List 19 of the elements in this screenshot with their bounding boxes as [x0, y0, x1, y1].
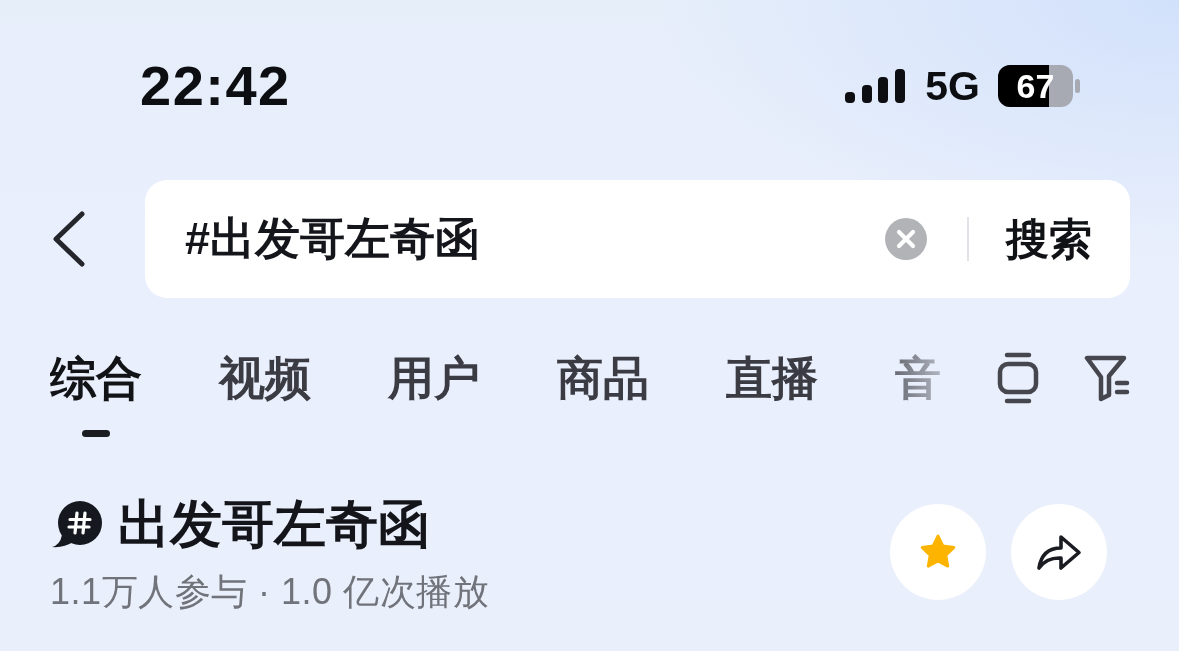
search-button[interactable]: 搜索: [1006, 212, 1092, 266]
signal-icon: [845, 69, 906, 103]
tab[interactable]: 商品: [557, 350, 649, 442]
topic-stats: 1.1万人参与 · 1.0 亿次播放: [50, 570, 490, 614]
tab[interactable]: 直播: [726, 350, 818, 442]
tab[interactable]: 用户: [388, 350, 480, 442]
card-icon[interactable]: [997, 352, 1039, 404]
chevron-left-icon: [51, 210, 87, 268]
share-icon: [1035, 532, 1083, 572]
search-box[interactable]: #出发哥左奇函 搜索: [145, 180, 1130, 298]
clock-time: 22:42: [140, 56, 291, 116]
filter-icon[interactable]: [1084, 354, 1130, 402]
clear-icon: [885, 218, 927, 260]
hashtag-bubble-icon: [51, 500, 104, 548]
tab[interactable]: 视频: [219, 350, 311, 442]
tab[interactable]: 综合: [50, 350, 142, 442]
topic-title: 出发哥左奇函: [118, 494, 430, 554]
network-label: 5G: [925, 63, 980, 109]
search-field[interactable]: #出发哥左奇函: [185, 209, 879, 269]
